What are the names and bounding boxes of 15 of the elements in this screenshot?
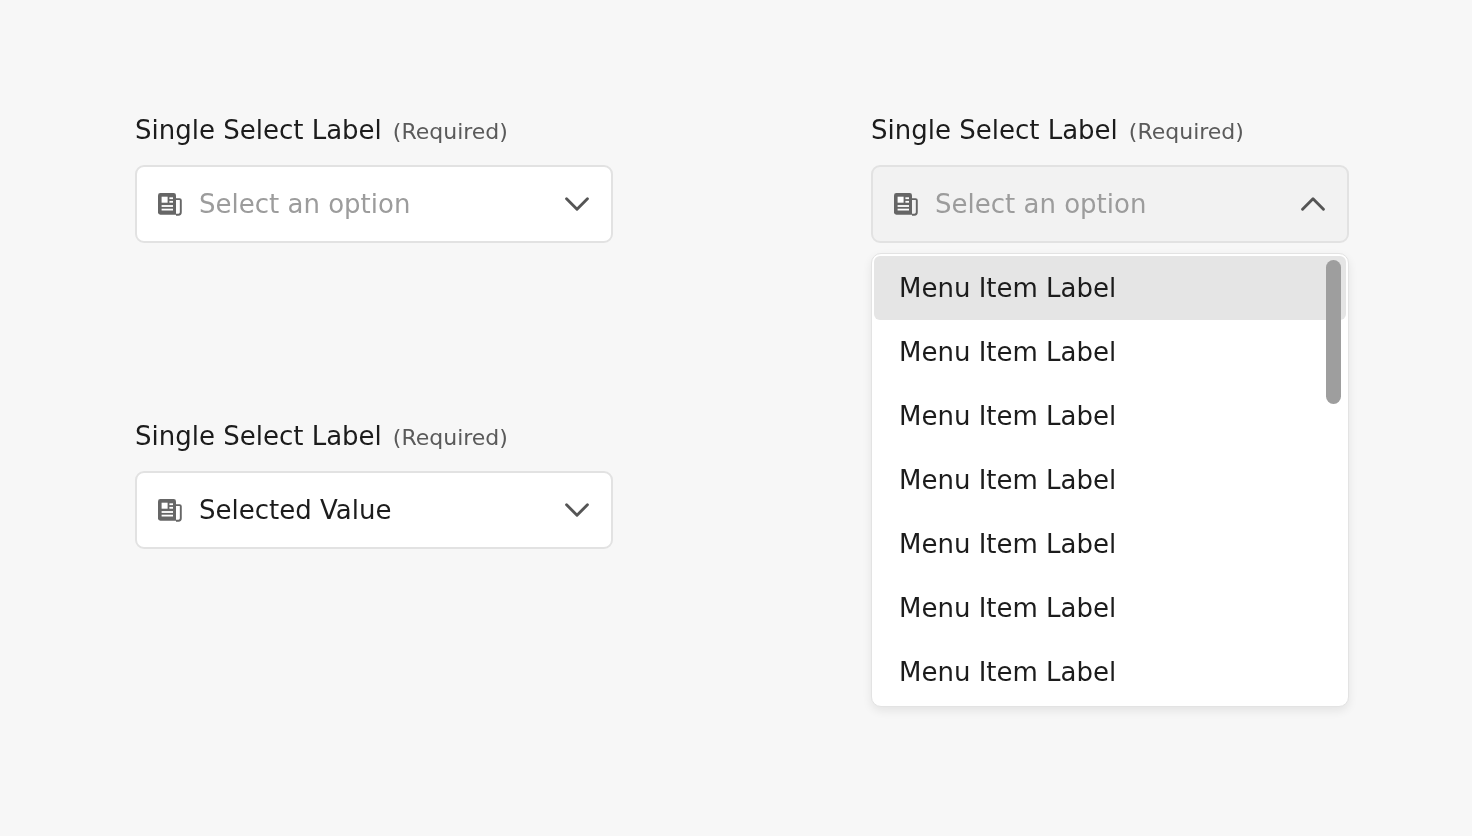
document-icon <box>894 192 918 216</box>
field-label: Single Select Label <box>135 420 382 452</box>
field-label: Single Select Label <box>135 114 382 146</box>
menu-item[interactable]: Menu Item Label <box>874 256 1346 320</box>
required-note: (Required) <box>392 118 508 146</box>
chevron-down-icon <box>565 197 589 211</box>
chevron-up-icon <box>1301 197 1325 211</box>
scrollbar-thumb[interactable] <box>1326 260 1341 404</box>
required-note: (Required) <box>392 424 508 452</box>
document-icon <box>158 498 182 522</box>
select-field[interactable]: Selected Value <box>135 471 613 549</box>
document-icon <box>158 192 182 216</box>
required-note: (Required) <box>1128 118 1244 146</box>
field-label: Single Select Label <box>871 114 1118 146</box>
chevron-down-icon <box>565 503 589 517</box>
